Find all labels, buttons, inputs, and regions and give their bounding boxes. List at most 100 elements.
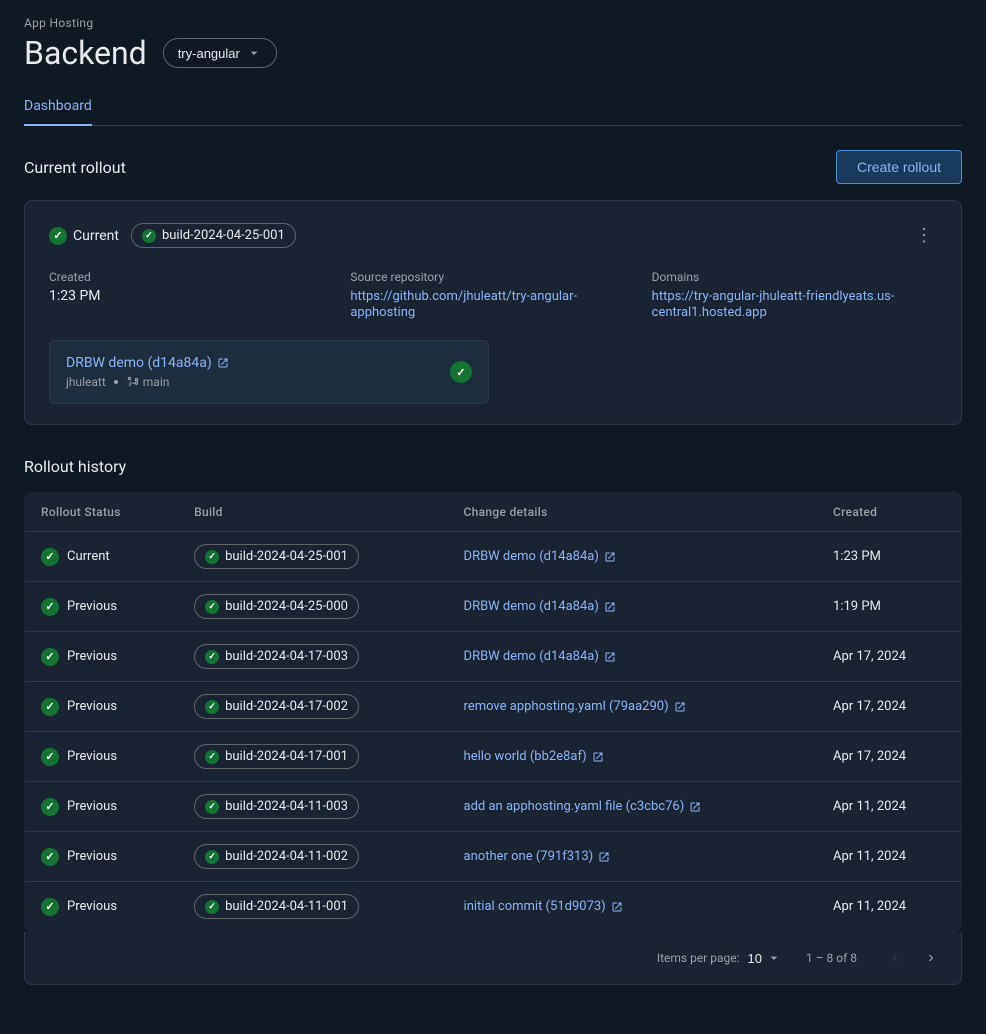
domains-meta: Domains https://try-angular-jhuleatt-fri… <box>652 270 937 320</box>
row-check-icon <box>41 898 59 916</box>
row-status: Previous <box>67 799 117 814</box>
rollout-history-table: Rollout Status Build Change details Crea… <box>24 492 962 932</box>
row-status: Previous <box>67 649 117 664</box>
commit-branch: main <box>143 375 170 389</box>
row-build-id: build-2024-04-17-001 <box>225 749 348 764</box>
change-link[interactable]: another one (791f313) <box>464 849 611 864</box>
change-link[interactable]: DRBW demo (d14a84a) <box>464 549 617 564</box>
row-build-badge: build-2024-04-25-001 <box>194 544 359 569</box>
created-cell-2: Apr 17, 2024 <box>817 632 961 682</box>
more-options-icon[interactable]: ⋮ <box>911 221 937 250</box>
change-cell-4: hello world (bb2e8af) <box>448 732 818 782</box>
backend-header: Backend try-angular <box>24 34 962 72</box>
change-link[interactable]: add an apphosting.yaml file (c3cbc76) <box>464 799 702 814</box>
row-build-check-icon <box>205 750 219 764</box>
branch-selector[interactable]: try-angular <box>163 38 277 68</box>
col-created: Created <box>817 493 961 532</box>
status-cell-4: Previous <box>25 732 179 782</box>
change-cell-5: add an apphosting.yaml file (c3cbc76) <box>448 782 818 832</box>
status-cell-0: Current <box>25 532 179 582</box>
commit-author: jhuleatt <box>66 375 106 389</box>
table-row: Previous build-2024-04-17-002 remove app… <box>25 682 962 732</box>
table-row: Previous build-2024-04-11-003 add an app… <box>25 782 962 832</box>
commit-link[interactable]: DRBW demo (d14a84a) <box>66 355 229 371</box>
branch-icon: main <box>126 375 170 389</box>
change-cell-6: another one (791f313) <box>448 832 818 882</box>
dot-separator <box>114 380 118 384</box>
per-page-chevron-icon <box>766 950 782 966</box>
change-cell-1: DRBW demo (d14a84a) <box>448 582 818 632</box>
page-title: Backend <box>24 34 147 72</box>
build-cell-4: build-2024-04-17-001 <box>178 732 447 782</box>
current-rollout-card: Current build-2024-04-25-001 ⋮ Created 1… <box>24 200 962 425</box>
domains-link[interactable]: https://try-angular-jhuleatt-friendlyeat… <box>652 289 895 320</box>
commit-card: DRBW demo (d14a84a) jhuleatt main <box>49 340 489 404</box>
rollout-card-header: Current build-2024-04-25-001 ⋮ <box>49 221 937 250</box>
row-build-id: build-2024-04-17-002 <box>225 699 348 714</box>
created-meta: Created 1:23 PM <box>49 270 334 320</box>
current-status-label: Current <box>73 228 119 244</box>
change-external-link-icon <box>598 851 610 863</box>
change-link[interactable]: DRBW demo (d14a84a) <box>464 649 617 664</box>
current-build-id: build-2024-04-25-001 <box>162 228 285 243</box>
created-label: Created <box>49 270 334 284</box>
pagination-buttons: ‹ › <box>881 944 945 972</box>
table-row: Previous build-2024-04-17-001 hello worl… <box>25 732 962 782</box>
table-body: Current build-2024-04-25-001 DRBW demo (… <box>25 532 962 932</box>
status-cell-6: Previous <box>25 832 179 882</box>
status-cell-7: Previous <box>25 882 179 932</box>
table-header: Rollout Status Build Change details Crea… <box>25 493 962 532</box>
tabs-bar: Dashboard <box>24 88 962 126</box>
commit-link-text: DRBW demo (d14a84a) <box>66 355 212 371</box>
row-build-id: build-2024-04-11-002 <box>225 849 348 864</box>
row-check-icon <box>41 598 59 616</box>
current-rollout-title: Current rollout <box>24 158 126 177</box>
change-cell-3: remove apphosting.yaml (79aa290) <box>448 682 818 732</box>
source-repo-link[interactable]: https://github.com/jhuleatt/try-angular-… <box>350 289 577 320</box>
tab-dashboard[interactable]: Dashboard <box>24 88 92 126</box>
col-change-details: Change details <box>448 493 818 532</box>
change-external-link-icon <box>604 601 616 613</box>
change-link[interactable]: remove apphosting.yaml (79aa290) <box>464 699 686 714</box>
change-external-link-icon <box>604 651 616 663</box>
row-build-check-icon <box>205 850 219 864</box>
pagination-next-button[interactable]: › <box>917 944 945 972</box>
items-per-page-select[interactable]: 10 <box>748 950 782 966</box>
build-cell-1: build-2024-04-25-000 <box>178 582 447 632</box>
change-cell-2: DRBW demo (d14a84a) <box>448 632 818 682</box>
change-link[interactable]: DRBW demo (d14a84a) <box>464 599 617 614</box>
status-cell-1: Previous <box>25 582 179 632</box>
commit-meta: jhuleatt main <box>66 375 229 389</box>
row-status: Previous <box>67 749 117 764</box>
status-cell-3: Previous <box>25 682 179 732</box>
row-build-badge: build-2024-04-17-001 <box>194 744 359 769</box>
git-branch-icon <box>126 375 140 389</box>
created-cell-1: 1:19 PM <box>817 582 961 632</box>
build-check-icon <box>142 229 156 243</box>
row-build-check-icon <box>205 900 219 914</box>
table-row: Previous build-2024-04-17-003 DRBW demo … <box>25 632 962 682</box>
col-rollout-status: Rollout Status <box>25 493 179 532</box>
build-cell-5: build-2024-04-11-003 <box>178 782 447 832</box>
row-build-check-icon <box>205 650 219 664</box>
source-repo-label: Source repository <box>350 270 635 284</box>
change-link[interactable]: hello world (bb2e8af) <box>464 749 604 764</box>
commit-success-icon <box>450 361 472 383</box>
created-cell-5: Apr 11, 2024 <box>817 782 961 832</box>
row-build-badge: build-2024-04-17-003 <box>194 644 359 669</box>
pagination-prev-button[interactable]: ‹ <box>881 944 909 972</box>
rollout-card-header-left: Current build-2024-04-25-001 <box>49 223 296 248</box>
row-build-check-icon <box>205 550 219 564</box>
domains-label: Domains <box>652 270 937 284</box>
source-repo-meta: Source repository https://github.com/jhu… <box>350 270 635 320</box>
row-build-check-icon <box>205 800 219 814</box>
row-build-id: build-2024-04-17-003 <box>225 649 348 664</box>
items-per-page-value: 10 <box>748 951 762 966</box>
create-rollout-button[interactable]: Create rollout <box>836 150 962 184</box>
change-link[interactable]: initial commit (51d9073) <box>464 899 623 914</box>
build-cell-2: build-2024-04-17-003 <box>178 632 447 682</box>
check-icon <box>49 227 67 245</box>
row-build-badge: build-2024-04-17-002 <box>194 694 359 719</box>
row-check-icon <box>41 748 59 766</box>
row-check-icon <box>41 798 59 816</box>
